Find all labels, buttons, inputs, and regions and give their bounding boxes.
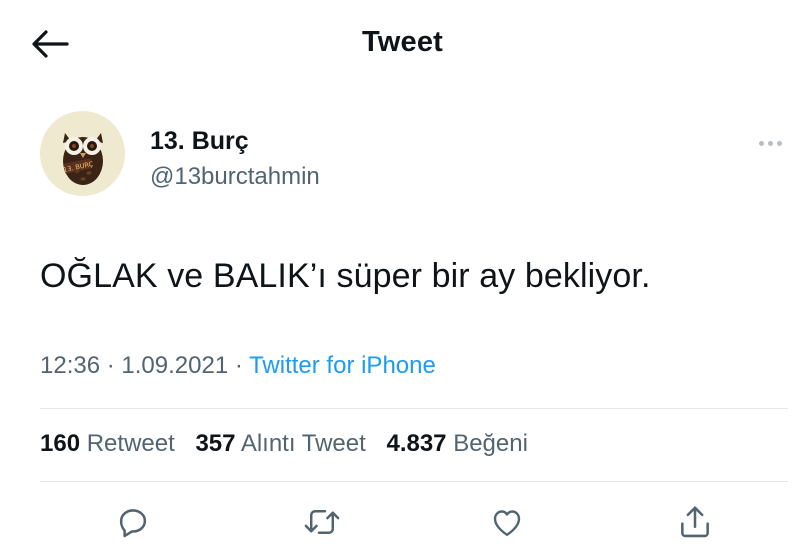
- retweet-button[interactable]: [300, 500, 344, 544]
- share-icon: [681, 506, 709, 538]
- divider: [40, 408, 788, 409]
- author-display-name[interactable]: 13. Burç: [150, 127, 249, 156]
- likes-stat[interactable]: 4.837 Beğeni: [386, 430, 527, 457]
- more-dot: [776, 140, 782, 146]
- tweet-time[interactable]: 12:36: [40, 352, 100, 379]
- action-bar: [0, 500, 805, 550]
- reply-icon: [119, 509, 147, 538]
- like-button[interactable]: [485, 500, 529, 544]
- retweets-label: Retweet: [86, 430, 175, 457]
- page-title: Tweet: [361, 26, 444, 58]
- top-bar: Tweet: [0, 0, 805, 88]
- retweets-count: 160: [40, 430, 81, 457]
- more-button[interactable]: [752, 134, 788, 152]
- author-handle[interactable]: @13burctahmin: [150, 163, 320, 191]
- retweet-icon: [304, 510, 340, 535]
- meta-separator: ·: [228, 352, 250, 379]
- meta-separator: ·: [100, 352, 122, 379]
- retweets-stat[interactable]: 160 Retweet: [40, 430, 175, 457]
- divider: [40, 481, 788, 482]
- quotes-count: 357: [195, 430, 236, 457]
- reply-button[interactable]: [111, 500, 155, 544]
- tweet-date[interactable]: 1.09.2021: [121, 352, 228, 379]
- quotes-stat[interactable]: 357 Alıntı Tweet: [195, 430, 365, 457]
- tweet-text: OĞLAK ve BALIK’ı süper bir ay bekliyor.: [40, 257, 651, 295]
- more-dot: [767, 140, 773, 146]
- tweet-meta: 12:36 · 1.09.2021 · Twitter for iPhone: [40, 352, 436, 380]
- like-icon: [493, 510, 521, 536]
- tweet-source-link[interactable]: Twitter for iPhone: [249, 352, 436, 379]
- quotes-label: Alıntı Tweet: [240, 430, 366, 457]
- avatar[interactable]: 13. BURÇ: [40, 111, 125, 196]
- owl-logo-icon: 13. BURÇ: [40, 111, 125, 196]
- tweet-stats: 160 Retweet 357 Alıntı Tweet 4.837 Beğen…: [40, 430, 528, 458]
- share-button[interactable]: [673, 500, 717, 544]
- more-horizontal-icon: [758, 140, 764, 146]
- likes-count: 4.837: [386, 430, 447, 457]
- likes-label: Beğeni: [453, 430, 528, 457]
